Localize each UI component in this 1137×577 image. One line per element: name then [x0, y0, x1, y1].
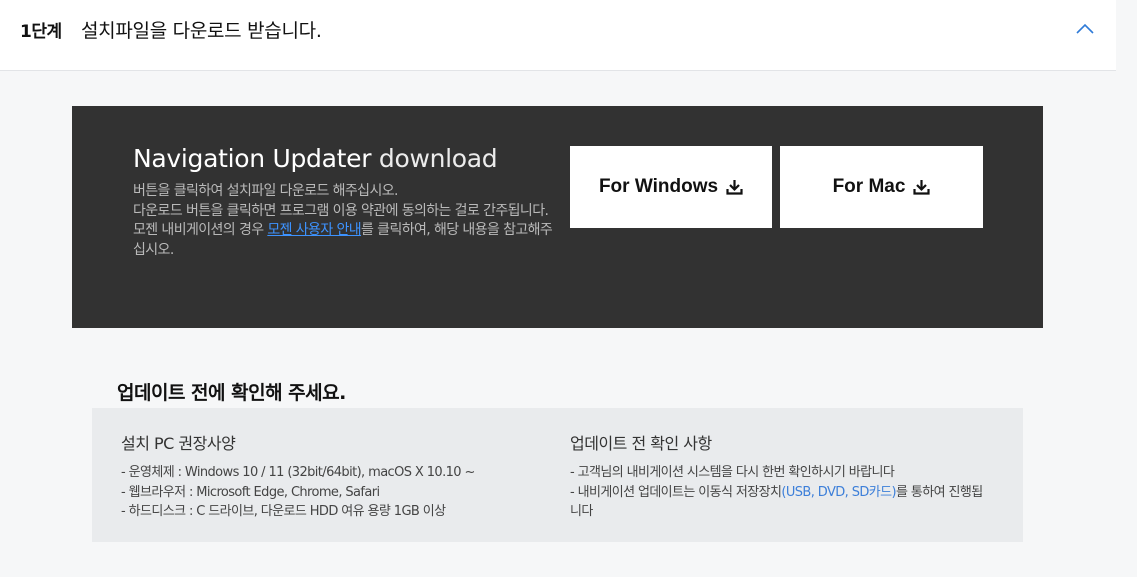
collapse-button[interactable] — [1068, 14, 1102, 44]
windows-download-label: For Windows — [598, 176, 719, 197]
check-line-system: - 고객님의 내비게이션 시스템을 다시 한번 확인하시기 바랍니다 — [570, 465, 895, 480]
download-icon — [913, 180, 931, 195]
desc-line-3-pre: 모젠 내비게이션의 경우 — [133, 222, 268, 238]
windows-download-button[interactable]: For Windows — [570, 146, 772, 228]
recommended-specs-heading: 설치 PC 권장사양 — [121, 434, 236, 453]
step-header[interactable]: 1단계 설치파일을 다운로드 받습니다. — [0, 0, 1116, 71]
download-description: 버튼을 클릭하여 설치파일 다운로드 해주십시오. 다운로드 버튼을 클릭하면 … — [133, 182, 553, 260]
download-title: Navigation Updater download — [133, 144, 498, 173]
spec-line-os: - 운영체제 : Windows 10 / 11 (32bit/64bit), … — [121, 465, 475, 480]
desc-line-2: 다운로드 버튼을 클릭하면 프로그램 이용 약관에 동의하는 걸로 간주됩니다. — [133, 202, 549, 219]
spec-line-disk: - 하드디스크 : C 드라이브, 다운로드 HDD 여유 용량 1GB 이상 — [121, 504, 446, 519]
check-line-storage: - 내비게이션 업데이트는 이동식 저장장치(USB, DVD, SD카드)를 … — [570, 483, 990, 522]
chevron-up-icon — [1076, 23, 1094, 34]
desc-line-3: 모젠 내비게이션의 경우 모젠 사용자 안내를 클릭하여, 해당 내용을 참고해… — [133, 221, 553, 260]
pre-update-heading: 업데이트 전 확인 사항 — [570, 434, 712, 453]
spec-line-browser: - 웹브라우저 : Microsoft Edge, Chrome, Safari — [121, 484, 380, 500]
mac-download-button[interactable]: For Mac — [780, 146, 983, 228]
step-number: 1단계 — [20, 22, 62, 42]
download-title-sub: download — [378, 144, 498, 173]
download-icon — [726, 180, 743, 195]
notice-box: 설치 PC 권장사양 - 운영체제 : Windows 10 / 11 (32b… — [92, 408, 1023, 542]
mozen-guide-link[interactable]: 모젠 사용자 안내 — [267, 222, 361, 238]
download-panel: Navigation Updater download 버튼을 클릭하여 설치파… — [72, 106, 1043, 328]
step-title: 설치파일을 다운로드 받습니다. — [81, 20, 322, 42]
check-line-storage-pre: - 내비게이션 업데이트는 이동식 저장장치 — [570, 484, 782, 500]
mac-download-label: For Mac — [832, 176, 906, 197]
download-title-main: Navigation Updater — [133, 144, 372, 173]
recommended-specs: 설치 PC 권장사양 - 운영체제 : Windows 10 / 11 (32b… — [121, 430, 541, 522]
desc-line-1: 버튼을 클릭하여 설치파일 다운로드 해주십시오. — [133, 183, 398, 199]
pre-update-checklist: 업데이트 전 확인 사항 - 고객님의 내비게이션 시스템을 다시 한번 확인하… — [570, 430, 990, 522]
notice-title: 업데이트 전에 확인해 주세요. — [117, 382, 346, 404]
storage-devices-highlight: (USB, DVD, SD카드) — [781, 484, 896, 500]
